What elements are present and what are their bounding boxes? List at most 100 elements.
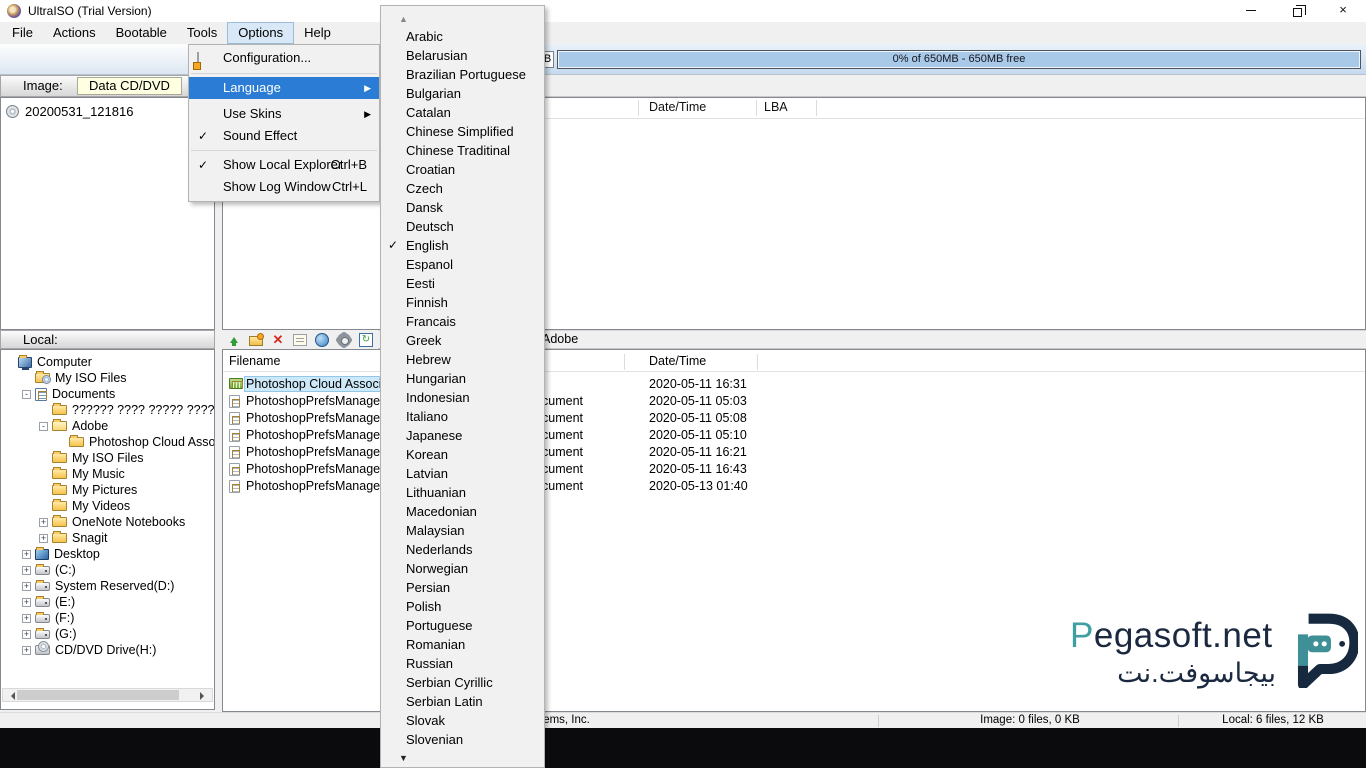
tree-item[interactable]: ?????? ???? ????? ???? [3,402,214,418]
language-option[interactable]: ✓ Eesti [381,274,544,293]
tree-expander[interactable]: + [22,597,31,607]
tree-item[interactable]: + (E:) [3,594,214,610]
tree-item[interactable]: + Desktop [3,546,214,562]
language-option[interactable]: ✓ Finnish [381,293,544,312]
menu-item-sound-effect[interactable]: ✓ Sound Effect [189,125,379,147]
menu-actions[interactable]: Actions [43,22,106,44]
language-option[interactable]: ✓ Nederlands [381,540,544,559]
language-option[interactable]: ✓ Italiano [381,407,544,426]
tree-horizontal-scrollbar[interactable] [2,688,213,702]
tree-expander[interactable]: + [22,581,31,591]
language-option[interactable]: ✓ Belarusian [381,46,544,65]
column-filename[interactable]: Filename [229,354,280,368]
language-option[interactable]: ✓ Espanol [381,255,544,274]
media-type-box[interactable]: Data CD/DVD [77,77,182,95]
language-option[interactable]: ✓ Greek [381,331,544,350]
menu-tools[interactable]: Tools [177,22,227,44]
language-option[interactable]: ✓ Indonesian [381,388,544,407]
refresh-icon[interactable]: ↻ [359,332,373,347]
column-datetime[interactable]: Date/Time [649,354,706,368]
tree-expander[interactable]: + [22,629,31,639]
language-option[interactable]: ✓ Catalan [381,103,544,122]
language-option[interactable]: ✓ Deutsch [381,217,544,236]
tree-item[interactable]: My ISO Files [3,370,214,386]
tree-item[interactable]: - Documents [3,386,214,402]
menu-bootable[interactable]: Bootable [106,22,177,44]
tree-item[interactable]: + System Reserved(D:) [3,578,214,594]
menu-help[interactable]: Help [294,22,341,44]
menu-item-language[interactable]: Language ▶ [189,77,379,99]
language-option[interactable]: ✓ Croatian [381,160,544,179]
scroll-down-icon[interactable]: ▼ [399,753,408,763]
language-option[interactable]: ✓ Norwegian [381,559,544,578]
language-option[interactable]: ✓ Macedonian [381,502,544,521]
new-folder-icon[interactable] [249,332,264,346]
language-option[interactable]: ✓ Dansk [381,198,544,217]
tree-item[interactable]: Computer [3,354,214,370]
tree-item[interactable]: My ISO Files [3,450,214,466]
language-option[interactable]: ✓ Hungarian [381,369,544,388]
scroll-up-icon[interactable]: ▲ [399,14,408,24]
restore-button[interactable] [1274,0,1320,22]
language-option[interactable]: ✓ Chinese Simplified [381,122,544,141]
scrollbar-thumb[interactable] [17,690,179,700]
language-option[interactable]: ✓ Bulgarian [381,84,544,103]
tree-item[interactable]: + (F:) [3,610,214,626]
language-option[interactable]: ✓ Brazilian Portuguese [381,65,544,84]
menu-options[interactable]: Options [227,22,295,44]
tree-item[interactable]: + CD/DVD Drive(H:) [3,641,214,658]
language-option[interactable]: ✓ Serbian Latin [381,692,544,711]
image-root-item[interactable]: 20200531_121816 [6,104,133,119]
language-option[interactable]: ✓ Latvian [381,464,544,483]
language-option[interactable]: ✓ Romanian [381,635,544,654]
language-option[interactable]: ✓ Japanese [381,426,544,445]
tree-item[interactable]: + Snagit [3,530,214,546]
language-option[interactable]: ✓ Slovenian [381,730,544,749]
tree-expander[interactable]: + [39,533,48,543]
delete-icon[interactable]: ✕ [271,332,285,347]
language-option[interactable]: ✓ Polish [381,597,544,616]
tree-item[interactable]: + (C:) [3,562,214,578]
language-option[interactable]: ✓ Russian [381,654,544,673]
tree-item[interactable]: + (G:) [3,626,214,642]
language-option[interactable]: ✓ Chinese Traditinal [381,141,544,160]
language-option[interactable]: ✓ Slovak [381,711,544,730]
tree-item[interactable]: Photoshop Cloud Associates [3,434,214,450]
menu-item-show-log-window[interactable]: Show Log Window Ctrl+L [189,176,379,198]
tree-item[interactable]: My Videos [3,498,214,514]
tree-item[interactable]: + OneNote Notebooks [3,514,214,530]
tree-item[interactable]: My Pictures [3,482,214,498]
up-directory-icon[interactable] [227,333,241,347]
language-option[interactable]: ✓ Hebrew [381,350,544,369]
language-option[interactable]: ✓ Serbian Cyrillic [381,673,544,692]
tree-expander[interactable]: + [39,517,48,527]
language-option[interactable]: ✓ Persian [381,578,544,597]
menu-item-show-local-explorer[interactable]: ✓ Show Local Explorer Ctrl+B [189,154,379,176]
tree-item[interactable]: My Music [3,466,214,482]
language-option[interactable]: ✓ English [381,236,544,255]
tree-expander[interactable]: + [22,613,31,623]
tree-expander[interactable]: - [22,389,31,399]
tree-expander[interactable]: + [22,565,31,575]
language-option[interactable]: ✓ Portuguese [381,616,544,635]
scroll-left-icon[interactable] [7,692,15,700]
language-option[interactable]: ✓ Francais [381,312,544,331]
minimize-button[interactable] [1228,0,1274,22]
language-option[interactable]: ✓ Malaysian [381,521,544,540]
settings-gear-icon[interactable] [337,332,351,347]
column-datetime[interactable]: Date/Time [649,100,706,114]
close-button[interactable]: × [1320,0,1366,22]
tree-expander[interactable]: + [22,549,31,559]
language-option[interactable]: ✓ Arabic [381,27,544,46]
language-option[interactable]: ✓ Czech [381,179,544,198]
column-lba[interactable]: LBA [764,100,788,114]
rename-icon[interactable] [293,333,307,346]
language-option[interactable]: ✓ Korean [381,445,544,464]
scroll-right-icon[interactable] [200,692,208,700]
tree-expander[interactable]: - [39,421,48,431]
menu-item-configuration[interactable]: Configuration... [189,45,379,70]
browse-web-icon[interactable] [315,332,329,347]
language-option[interactable]: ✓ Lithuanian [381,483,544,502]
menu-item-use-skins[interactable]: Use Skins ▶ [189,103,379,125]
menu-file[interactable]: File [2,22,43,44]
